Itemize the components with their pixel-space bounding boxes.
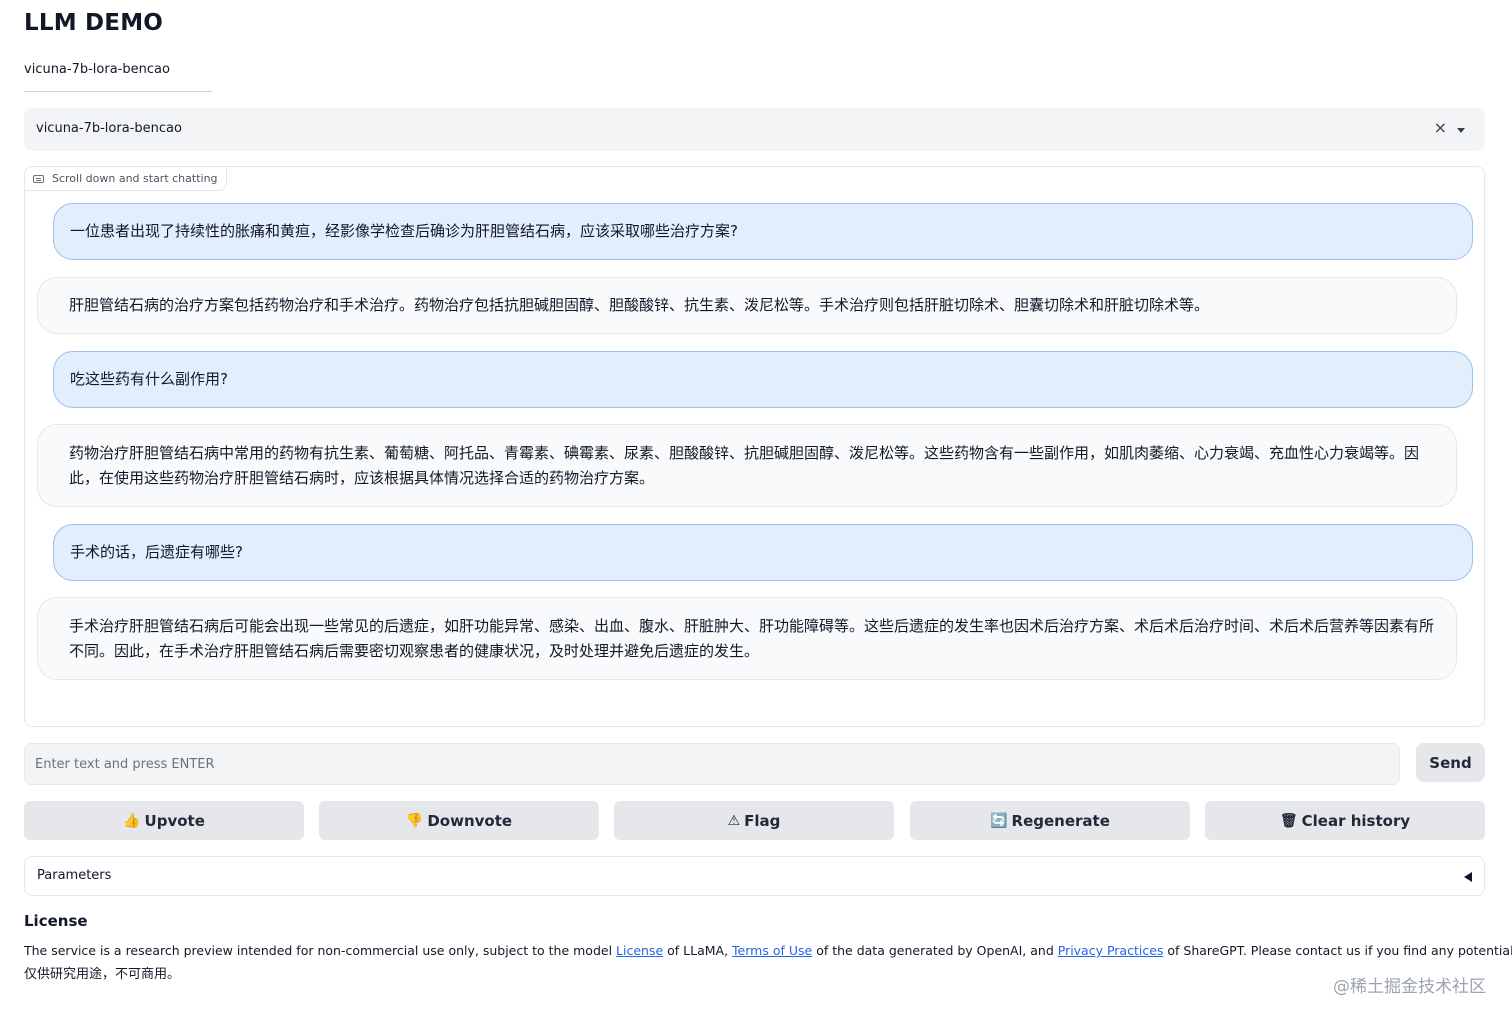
flag-button[interactable]: ⚠ Flag xyxy=(614,801,894,840)
chatbot-panel[interactable]: Scroll down and start chatting 一位患者出现了持续… xyxy=(24,166,1485,727)
license-text-part: The service is a research preview intend… xyxy=(24,943,617,958)
chevron-down-icon[interactable] xyxy=(1457,128,1465,133)
app-title: LLM DEMO xyxy=(24,10,164,36)
message-text: 吃这些药有什么副作用? xyxy=(70,370,228,388)
license-text-part: of LLaMA, xyxy=(663,943,733,958)
refresh-icon: 🔄 xyxy=(990,812,1008,829)
bot-message: 手术治疗肝胆管结石病后可能会出现一些常见的后遗症，如肝功能异常、感染、出血、腹水… xyxy=(37,597,1457,680)
license-heading: License xyxy=(24,912,88,930)
chatbot-label-text: Scroll down and start chatting xyxy=(52,172,218,185)
model-dropdown[interactable]: vicuna-7b-lora-bencao × xyxy=(24,108,1485,151)
warning-icon: ⚠ xyxy=(727,812,741,829)
bot-message: 肝胆管结石病的治疗方案包括药物治疗和手术治疗。药物治疗包括抗胆碱胆固醇、胆酸酸锌… xyxy=(37,277,1457,334)
license-text-part: of ShareGPT. Please contact us if you fi… xyxy=(1167,943,1512,958)
user-message: 一位患者出现了持续性的胀痛和黄疸，经影像学检查后确诊为肝胆管结石病，应该采取哪些… xyxy=(53,203,1473,260)
message-text: 一位患者出现了持续性的胀痛和黄疸，经影像学检查后确诊为肝胆管结石病，应该采取哪些… xyxy=(70,222,738,240)
upvote-label: Upvote xyxy=(144,811,205,830)
user-message: 手术的话，后遗症有哪些? xyxy=(53,524,1473,581)
regenerate-label: Regenerate xyxy=(1011,811,1110,830)
flag-label: Flag xyxy=(744,811,781,830)
model-dropdown-value: vicuna-7b-lora-bencao xyxy=(36,121,182,136)
downvote-button[interactable]: 👎 Downvote xyxy=(319,801,599,840)
input-row: Send xyxy=(24,743,1485,785)
trash-icon: 🗑 xyxy=(1279,812,1298,829)
thumbs-down-icon: 👎 xyxy=(405,812,424,829)
action-buttons: 👍 Upvote 👎 Downvote ⚠ Flag 🔄 Regenerate … xyxy=(24,801,1485,841)
watermark: @稀土掘金技术社区 xyxy=(1333,977,1486,997)
parameters-accordion[interactable]: Parameters xyxy=(24,856,1485,896)
regenerate-button[interactable]: 🔄 Regenerate xyxy=(910,801,1190,840)
parameters-label: Parameters xyxy=(37,868,112,883)
message-text: 手术的话，后遗症有哪些? xyxy=(70,543,243,561)
model-name-label: vicuna-7b-lora-bencao xyxy=(24,62,170,77)
chat-icon xyxy=(33,174,44,183)
message-text: 手术治疗肝胆管结石病后可能会出现一些常见的后遗症，如肝功能异常、感染、出血、腹水… xyxy=(69,616,1435,660)
chat-input[interactable] xyxy=(24,743,1400,785)
clear-icon[interactable]: × xyxy=(1434,119,1447,137)
terms-of-use-link[interactable]: Terms of Use xyxy=(732,943,812,958)
thumbs-up-icon: 👍 xyxy=(123,812,141,829)
clear-history-label: Clear history xyxy=(1301,811,1411,830)
license-link[interactable]: License xyxy=(616,943,663,958)
message-text: 肝胆管结石病的治疗方案包括药物治疗和手术治疗。药物治疗包括抗胆碱胆固醇、胆酸酸锌… xyxy=(69,296,1210,314)
bot-message: 药物治疗肝胆管结石病中常用的药物有抗生素、葡萄糖、阿托品、青霉素、碘霉素、尿素、… xyxy=(37,424,1457,507)
license-text-part: of the data generated by OpenAI, and xyxy=(812,943,1058,958)
upvote-button[interactable]: 👍 Upvote xyxy=(24,801,304,840)
license-cn-text: 仅供研究用途，不可商用。 xyxy=(24,967,181,982)
user-message: 吃这些药有什么副作用? xyxy=(53,351,1473,408)
privacy-practices-link[interactable]: Privacy Practices xyxy=(1058,943,1164,958)
license-text: The service is a research preview intend… xyxy=(24,941,1512,960)
message-text: 药物治疗肝胆管结石病中常用的药物有抗生素、葡萄糖、阿托品、青霉素、碘霉素、尿素、… xyxy=(69,443,1420,487)
downvote-label: Downvote xyxy=(427,811,513,830)
clear-history-button[interactable]: 🗑 Clear history xyxy=(1205,801,1485,840)
collapse-arrow-icon[interactable] xyxy=(1464,872,1472,882)
chatbot-label: Scroll down and start chatting xyxy=(24,166,227,191)
send-button[interactable]: Send xyxy=(1416,743,1485,782)
model-label-divider xyxy=(24,91,212,92)
